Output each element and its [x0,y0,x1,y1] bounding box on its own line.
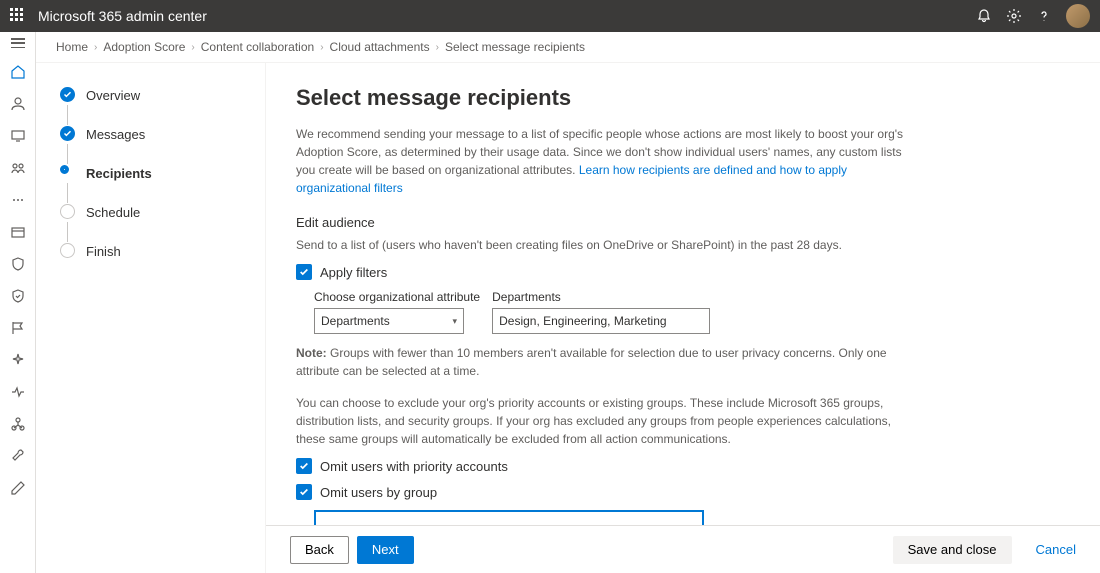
next-button[interactable]: Next [357,536,414,564]
step-finish[interactable]: Finish [60,243,249,260]
breadcrumb: Home › Adoption Score › Content collabor… [36,32,1100,63]
step-label: Messages [86,126,249,143]
chevron-right-icon: › [436,42,439,53]
cancel-link[interactable]: Cancel [1036,542,1076,557]
shield2-icon[interactable] [10,288,26,304]
notifications-icon[interactable] [976,8,992,24]
left-nav-rail [0,32,36,573]
exclude-help: You can choose to exclude your org's pri… [296,394,906,448]
users-icon[interactable] [10,96,26,112]
note-text: Note: Groups with fewer than 10 members … [296,344,906,380]
step-label: Recipients [86,165,249,182]
chevron-right-icon: › [191,42,194,53]
save-close-button[interactable]: Save and close [893,536,1012,564]
app-launcher-icon[interactable] [10,8,26,24]
check-icon [60,87,75,102]
chevron-right-icon: › [94,42,97,53]
page-title: Select message recipients [296,85,1070,111]
omit-group-checkbox[interactable] [296,484,312,500]
omit-priority-label: Omit users with priority accounts [320,459,508,474]
settings-icon[interactable] [1006,8,1022,24]
breadcrumb-item[interactable]: Home [56,40,88,54]
edit-icon[interactable] [10,480,26,496]
pending-step-icon [60,204,75,219]
breadcrumb-item[interactable]: Select message recipients [445,40,585,54]
pending-step-icon [60,243,75,258]
attribute-field-label: Choose organizational attribute [314,290,480,304]
step-label: Finish [86,243,249,260]
step-overview[interactable]: Overview [60,87,249,104]
current-step-icon [60,165,69,174]
intro-text: We recommend sending your message to a l… [296,125,906,197]
help-icon[interactable] [1036,8,1052,24]
flag-icon[interactable] [10,320,26,336]
step-messages[interactable]: Messages [60,126,249,143]
dots-icon[interactable] [10,192,26,208]
step-label: Overview [86,87,249,104]
audience-help: Send to a list of (users who haven't bee… [296,236,906,254]
form-panel: Select message recipients We recommend s… [266,63,1100,525]
departments-field-label: Departments [492,290,710,304]
health-icon[interactable] [10,384,26,400]
shield-icon[interactable] [10,256,26,272]
devices-icon[interactable] [10,128,26,144]
omit-priority-checkbox[interactable] [296,458,312,474]
omit-group-label: Omit users by group [320,485,437,500]
spark-icon[interactable] [10,352,26,368]
edit-audience-label: Edit audience [296,215,1070,230]
attribute-select[interactable]: Departments ▾ [314,308,464,334]
billing-icon[interactable] [10,224,26,240]
chevron-right-icon: › [320,42,323,53]
departments-input[interactable]: Design, Engineering, Marketing [492,308,710,334]
avatar[interactable] [1066,4,1090,28]
menu-icon[interactable] [11,38,25,48]
step-schedule[interactable]: Schedule [60,204,249,221]
breadcrumb-item[interactable]: Adoption Score [103,40,185,54]
top-bar: Microsoft 365 admin center [0,0,1100,32]
step-recipients[interactable]: Recipients [60,165,249,182]
chevron-down-icon: ▾ [452,316,457,327]
wrench-icon[interactable] [10,448,26,464]
breadcrumb-item[interactable]: Content collaboration [201,40,314,54]
step-nav: Overview Messages Recipients Schedule Fi… [36,63,266,573]
back-button[interactable]: Back [290,536,349,564]
home-icon[interactable] [10,64,26,80]
footer-bar: Back Next Save and close Cancel [266,525,1100,573]
apply-filters-checkbox[interactable] [296,264,312,280]
group-search-input[interactable] [314,510,704,525]
step-label: Schedule [86,204,249,221]
check-icon [60,126,75,141]
org-icon[interactable] [10,416,26,432]
app-title: Microsoft 365 admin center [38,8,976,24]
groups-icon[interactable] [10,160,26,176]
breadcrumb-item[interactable]: Cloud attachments [330,40,430,54]
apply-filters-label: Apply filters [320,265,387,280]
